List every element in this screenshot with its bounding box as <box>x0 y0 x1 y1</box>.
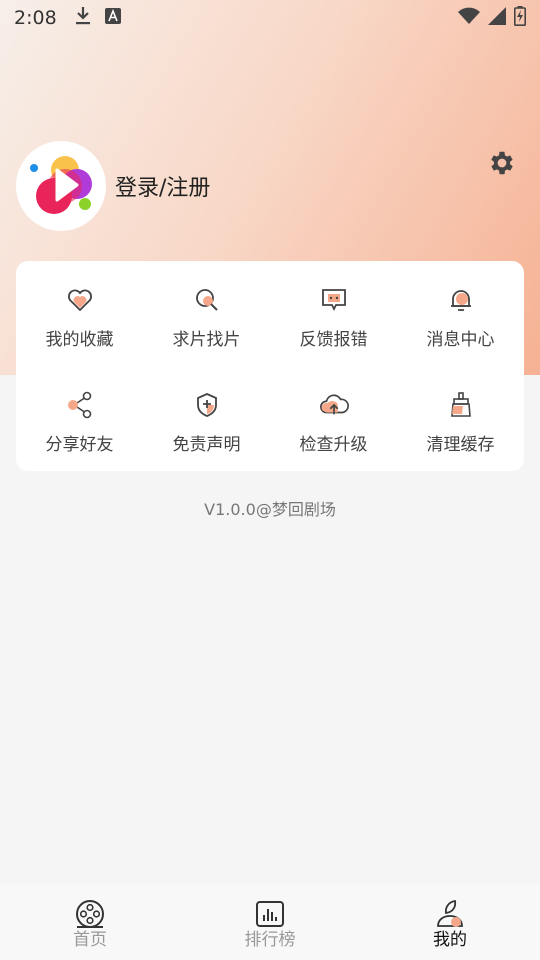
download-icon <box>75 6 91 31</box>
tab-mine[interactable]: 我的 <box>360 885 540 960</box>
menu-item-label: 免责声明 <box>172 435 241 455</box>
menu-item-label: 我的收藏 <box>45 330 114 350</box>
menu-item-feedback[interactable]: 反馈报错 <box>270 261 397 366</box>
heart-icon <box>65 285 95 315</box>
menu-item-messages[interactable]: 消息中心 <box>397 261 524 366</box>
status-bar: 2:08 <box>0 0 540 36</box>
search-film-icon <box>192 285 222 315</box>
login-register-link[interactable]: 登录/注册 <box>115 170 210 202</box>
tab-label: 首页 <box>73 930 107 950</box>
menu-item-share[interactable]: 分享好友 <box>16 366 143 471</box>
menu-item-disclaimer[interactable]: 免责声明 <box>143 366 270 471</box>
menu-item-clear-cache[interactable]: 清理缓存 <box>397 366 524 471</box>
bell-icon <box>446 285 476 315</box>
signal-icon <box>488 6 506 30</box>
settings-button[interactable] <box>486 149 518 181</box>
bottom-nav: 首页 排行榜 我的 <box>0 885 540 960</box>
menu-item-label: 求片找片 <box>172 330 241 350</box>
menu-card: 我的收藏 求片找片 反馈报错 消息中心 分享好友 免责声明 检查升级 清理缓存 <box>16 261 524 471</box>
avatar[interactable] <box>16 141 106 231</box>
status-time: 2:08 <box>14 7 57 29</box>
broom-icon <box>446 390 476 420</box>
menu-item-favorites[interactable]: 我的收藏 <box>16 261 143 366</box>
menu-item-check-update[interactable]: 检查升级 <box>270 366 397 471</box>
tab-label: 我的 <box>433 930 467 950</box>
wifi-icon <box>458 7 480 30</box>
text-a-icon <box>104 7 121 29</box>
gear-icon <box>487 148 517 182</box>
menu-item-request-film[interactable]: 求片找片 <box>143 261 270 366</box>
profile-row[interactable]: 登录/注册 <box>16 141 210 231</box>
menu-item-label: 检查升级 <box>299 435 368 455</box>
share-icon <box>65 390 95 420</box>
menu-item-label: 反馈报错 <box>299 330 368 350</box>
menu-item-label: 分享好友 <box>45 435 114 455</box>
shield-icon <box>192 390 222 420</box>
battery-charging-icon <box>514 5 526 31</box>
tab-ranking[interactable]: 排行榜 <box>180 885 360 960</box>
menu-item-label: 消息中心 <box>426 330 495 350</box>
version-label: V1.0.0@梦回剧场 <box>204 500 336 519</box>
feedback-chat-icon <box>319 285 349 315</box>
cloud-upload-icon <box>319 390 349 420</box>
tab-home[interactable]: 首页 <box>0 885 180 960</box>
menu-item-label: 清理缓存 <box>426 435 495 455</box>
app-logo-icon <box>25 148 97 224</box>
tab-label: 排行榜 <box>244 930 296 950</box>
